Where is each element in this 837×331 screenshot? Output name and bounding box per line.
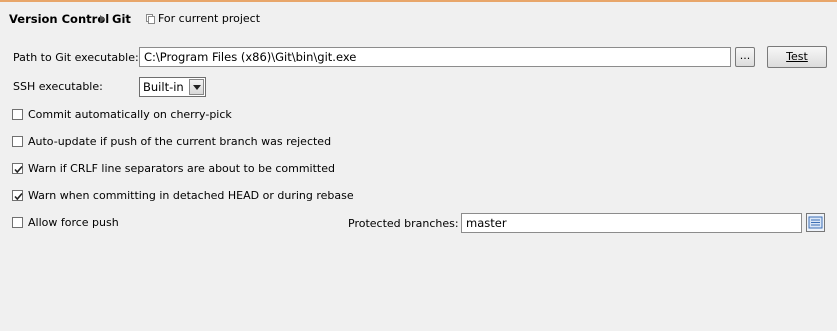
protected-branches-input[interactable]: master xyxy=(461,213,802,233)
test-button[interactable]: Test xyxy=(767,46,827,68)
breadcrumb-root[interactable]: Version Control xyxy=(9,12,109,26)
option-label: Warn if CRLF line separators are about t… xyxy=(28,162,335,175)
checkbox[interactable] xyxy=(12,136,23,147)
ssh-select[interactable]: Built-in xyxy=(139,77,206,97)
breadcrumb-arrow-icon xyxy=(100,15,105,23)
option-label: Allow force push xyxy=(28,216,119,229)
checkmark-icon xyxy=(14,192,23,201)
scope-label: For current project xyxy=(158,12,261,25)
git-path-label: Path to Git executable: xyxy=(13,51,139,64)
checkbox[interactable] xyxy=(12,217,23,228)
edit-list-button[interactable] xyxy=(806,213,825,232)
checkbox[interactable] xyxy=(12,109,23,120)
git-path-input[interactable]: C:\Program Files (x86)\Git\bin\git.exe xyxy=(139,47,731,67)
settings-header: Version Control Git For current project xyxy=(0,2,837,34)
breadcrumb-current: Git xyxy=(112,12,131,26)
option-label: Auto-update if push of the current branc… xyxy=(28,135,332,148)
checkmark-icon xyxy=(14,165,23,174)
chevron-down-icon[interactable] xyxy=(189,79,204,95)
ssh-label: SSH executable: xyxy=(13,80,103,93)
list-edit-icon xyxy=(808,216,823,229)
ssh-selected-value: Built-in xyxy=(143,80,184,94)
browse-button[interactable]: ... xyxy=(735,47,755,67)
project-scope-icon xyxy=(146,14,155,24)
checkbox[interactable] xyxy=(12,163,23,174)
option-label: Commit automatically on cherry-pick xyxy=(28,108,232,121)
protected-branches-label: Protected branches: xyxy=(348,217,459,230)
checkbox[interactable] xyxy=(12,190,23,201)
option-label: Warn when committing in detached HEAD or… xyxy=(28,189,354,202)
